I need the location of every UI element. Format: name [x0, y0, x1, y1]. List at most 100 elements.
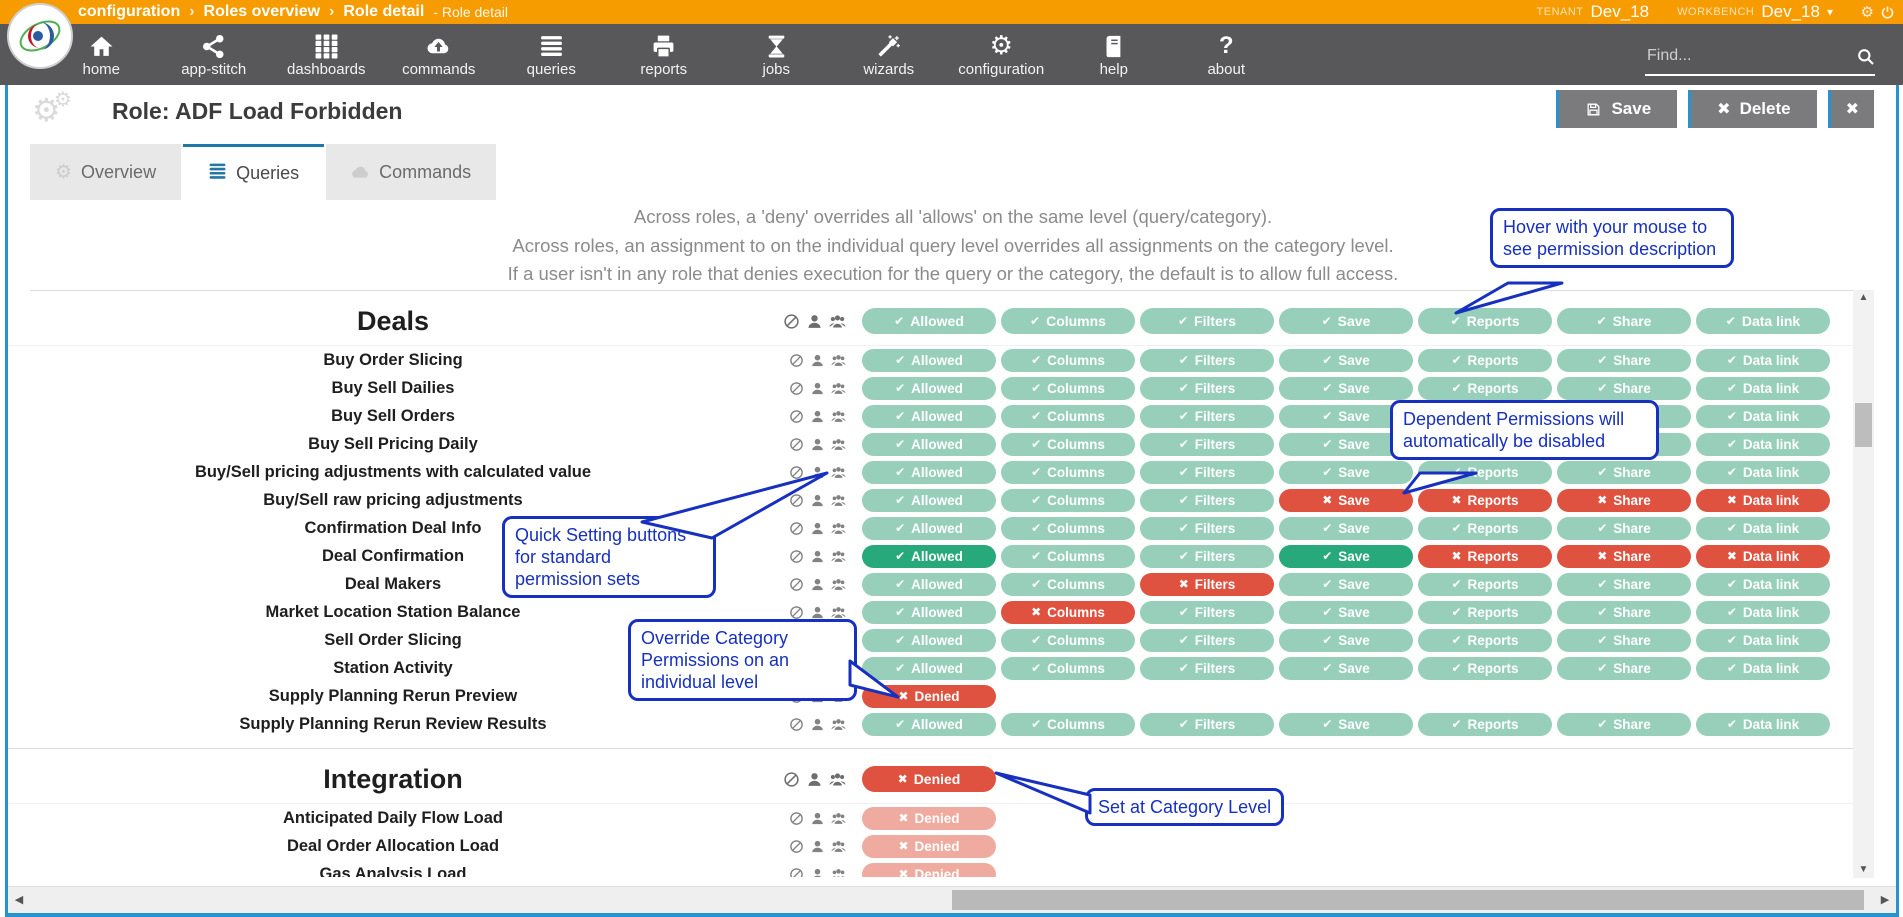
perm-button-filters[interactable]: ✔Filters: [1140, 629, 1274, 652]
deny-all-quick-icon[interactable]: [789, 409, 804, 424]
perm-button-filters[interactable]: ✔Filters: [1140, 461, 1274, 484]
deny-all-quick-icon[interactable]: [789, 437, 804, 452]
perm-button-data-link[interactable]: ✖Data link: [1696, 489, 1830, 512]
deny-all-quick-icon[interactable]: [789, 839, 804, 854]
group-quick-icon[interactable]: [829, 313, 846, 330]
perm-button-allowed[interactable]: ✔Allowed: [862, 461, 996, 484]
perm-button-columns[interactable]: ✔Columns: [1001, 489, 1135, 512]
perm-button-filters[interactable]: ✔Filters: [1140, 601, 1274, 624]
deny-all-quick-icon[interactable]: [789, 353, 804, 368]
perm-button-data-link[interactable]: ✔Data link: [1696, 573, 1830, 596]
scroll-right-arrow[interactable]: ▶: [1876, 887, 1894, 913]
perm-button-columns[interactable]: ✔Columns: [1001, 657, 1135, 680]
deny-all-quick-icon[interactable]: [789, 605, 804, 620]
user-quick-icon[interactable]: [810, 605, 825, 620]
deny-all-quick-icon[interactable]: [783, 771, 800, 788]
scroll-left-arrow[interactable]: ◀: [10, 887, 28, 913]
group-quick-icon[interactable]: [829, 771, 846, 788]
group-quick-icon[interactable]: [831, 409, 846, 424]
perm-button-data-link[interactable]: ✔Data link: [1696, 308, 1830, 334]
perm-button-columns[interactable]: ✔Columns: [1001, 517, 1135, 540]
group-quick-icon[interactable]: [831, 465, 846, 480]
tab-queries[interactable]: Queries: [183, 144, 324, 200]
perm-button-filters[interactable]: ✔Filters: [1140, 545, 1274, 568]
perm-button-save[interactable]: ✔Save: [1279, 657, 1413, 680]
nav-item-configuration[interactable]: ⚙configuration: [945, 24, 1058, 85]
group-quick-icon[interactable]: [831, 717, 846, 732]
perm-button-reports[interactable]: ✔Reports: [1418, 517, 1552, 540]
perm-button-allowed[interactable]: ✔Allowed: [862, 573, 996, 596]
perm-button-filters[interactable]: ✖Filters: [1140, 573, 1274, 596]
user-quick-icon[interactable]: [810, 465, 825, 480]
perm-button-data-link[interactable]: ✔Data link: [1696, 657, 1830, 680]
perm-button-reports[interactable]: ✔Reports: [1418, 349, 1552, 372]
nav-item-app-stitch[interactable]: app-stitch: [158, 24, 271, 85]
user-quick-icon[interactable]: [810, 549, 825, 564]
workbench-value[interactable]: Dev_18: [1761, 2, 1820, 22]
perm-button-allowed[interactable]: ✔Allowed: [862, 405, 996, 428]
perm-button-denied[interactable]: ✖Denied: [862, 807, 996, 830]
settings-gear-icon[interactable]: ⚙: [1861, 3, 1874, 21]
perm-button-filters[interactable]: ✔Filters: [1140, 517, 1274, 540]
perm-button-data-link[interactable]: ✔Data link: [1696, 629, 1830, 652]
tab-overview[interactable]: ⚙Overview: [30, 144, 181, 200]
perm-button-columns[interactable]: ✔Columns: [1001, 713, 1135, 736]
perm-button-filters[interactable]: ✔Filters: [1140, 657, 1274, 680]
perm-button-allowed[interactable]: ✔Allowed: [862, 489, 996, 512]
perm-button-columns[interactable]: ✔Columns: [1001, 308, 1135, 334]
group-quick-icon[interactable]: [831, 437, 846, 452]
perm-button-share[interactable]: ✔Share: [1557, 573, 1691, 596]
breadcrumb-item[interactable]: configuration: [78, 3, 180, 21]
perm-button-allowed[interactable]: ✔Allowed: [862, 308, 996, 334]
group-quick-icon[interactable]: [831, 811, 846, 826]
perm-button-reports[interactable]: ✔Reports: [1418, 713, 1552, 736]
perm-button-allowed[interactable]: ✔Allowed: [862, 629, 996, 652]
horizontal-scroll-thumb[interactable]: [952, 890, 1864, 910]
perm-button-allowed[interactable]: ✔Allowed: [862, 713, 996, 736]
breadcrumb-item[interactable]: Role detail: [343, 3, 424, 21]
perm-button-columns[interactable]: ✔Columns: [1001, 433, 1135, 456]
nav-item-jobs[interactable]: jobs: [720, 24, 833, 85]
user-quick-icon[interactable]: [810, 381, 825, 396]
deny-all-quick-icon[interactable]: [789, 549, 804, 564]
find-input[interactable]: [1645, 46, 1856, 66]
perm-button-reports[interactable]: ✔Reports: [1418, 629, 1552, 652]
perm-button-denied[interactable]: ✖Denied: [862, 685, 996, 708]
perm-button-save[interactable]: ✔Save: [1279, 573, 1413, 596]
perm-button-save[interactable]: ✖Save: [1279, 489, 1413, 512]
perm-button-share[interactable]: ✔Share: [1557, 657, 1691, 680]
vertical-scroll-thumb[interactable]: [1855, 403, 1872, 447]
group-quick-icon[interactable]: [831, 521, 846, 536]
perm-button-columns[interactable]: ✔Columns: [1001, 545, 1135, 568]
perm-button-data-link[interactable]: ✔Data link: [1696, 601, 1830, 624]
perm-button-share[interactable]: ✔Share: [1557, 517, 1691, 540]
deny-all-quick-icon[interactable]: [789, 381, 804, 396]
perm-button-columns[interactable]: ✔Columns: [1001, 377, 1135, 400]
power-icon[interactable]: [1880, 5, 1895, 20]
perm-button-save[interactable]: ✔Save: [1279, 308, 1413, 334]
deny-all-quick-icon[interactable]: [789, 493, 804, 508]
perm-button-columns[interactable]: ✔Columns: [1001, 573, 1135, 596]
group-quick-icon[interactable]: [831, 493, 846, 508]
perm-button-allowed[interactable]: ✔Allowed: [862, 377, 996, 400]
user-quick-icon[interactable]: [810, 839, 825, 854]
perm-button-filters[interactable]: ✔Filters: [1140, 433, 1274, 456]
perm-button-reports[interactable]: ✔Reports: [1418, 573, 1552, 596]
deny-all-quick-icon[interactable]: [789, 867, 804, 878]
search-icon[interactable]: [1856, 47, 1875, 66]
perm-button-reports[interactable]: ✔Reports: [1418, 461, 1552, 484]
perm-button-save[interactable]: ✔Save: [1279, 545, 1413, 568]
perm-button-data-link[interactable]: ✔Data link: [1696, 461, 1830, 484]
nav-item-help[interactable]: help: [1058, 24, 1171, 85]
perm-button-allowed[interactable]: ✔Allowed: [862, 517, 996, 540]
user-quick-icon[interactable]: [810, 437, 825, 452]
perm-button-reports[interactable]: ✔Reports: [1418, 601, 1552, 624]
perm-button-allowed[interactable]: ✔Allowed: [862, 545, 996, 568]
deny-all-quick-icon[interactable]: [783, 313, 800, 330]
perm-button-columns[interactable]: ✔Columns: [1001, 405, 1135, 428]
perm-button-reports[interactable]: ✔Reports: [1418, 657, 1552, 680]
group-quick-icon[interactable]: [831, 839, 846, 854]
perm-button-columns[interactable]: ✔Columns: [1001, 461, 1135, 484]
perm-button-reports[interactable]: ✖Reports: [1418, 489, 1552, 512]
nav-item-about[interactable]: ?about: [1170, 24, 1283, 85]
